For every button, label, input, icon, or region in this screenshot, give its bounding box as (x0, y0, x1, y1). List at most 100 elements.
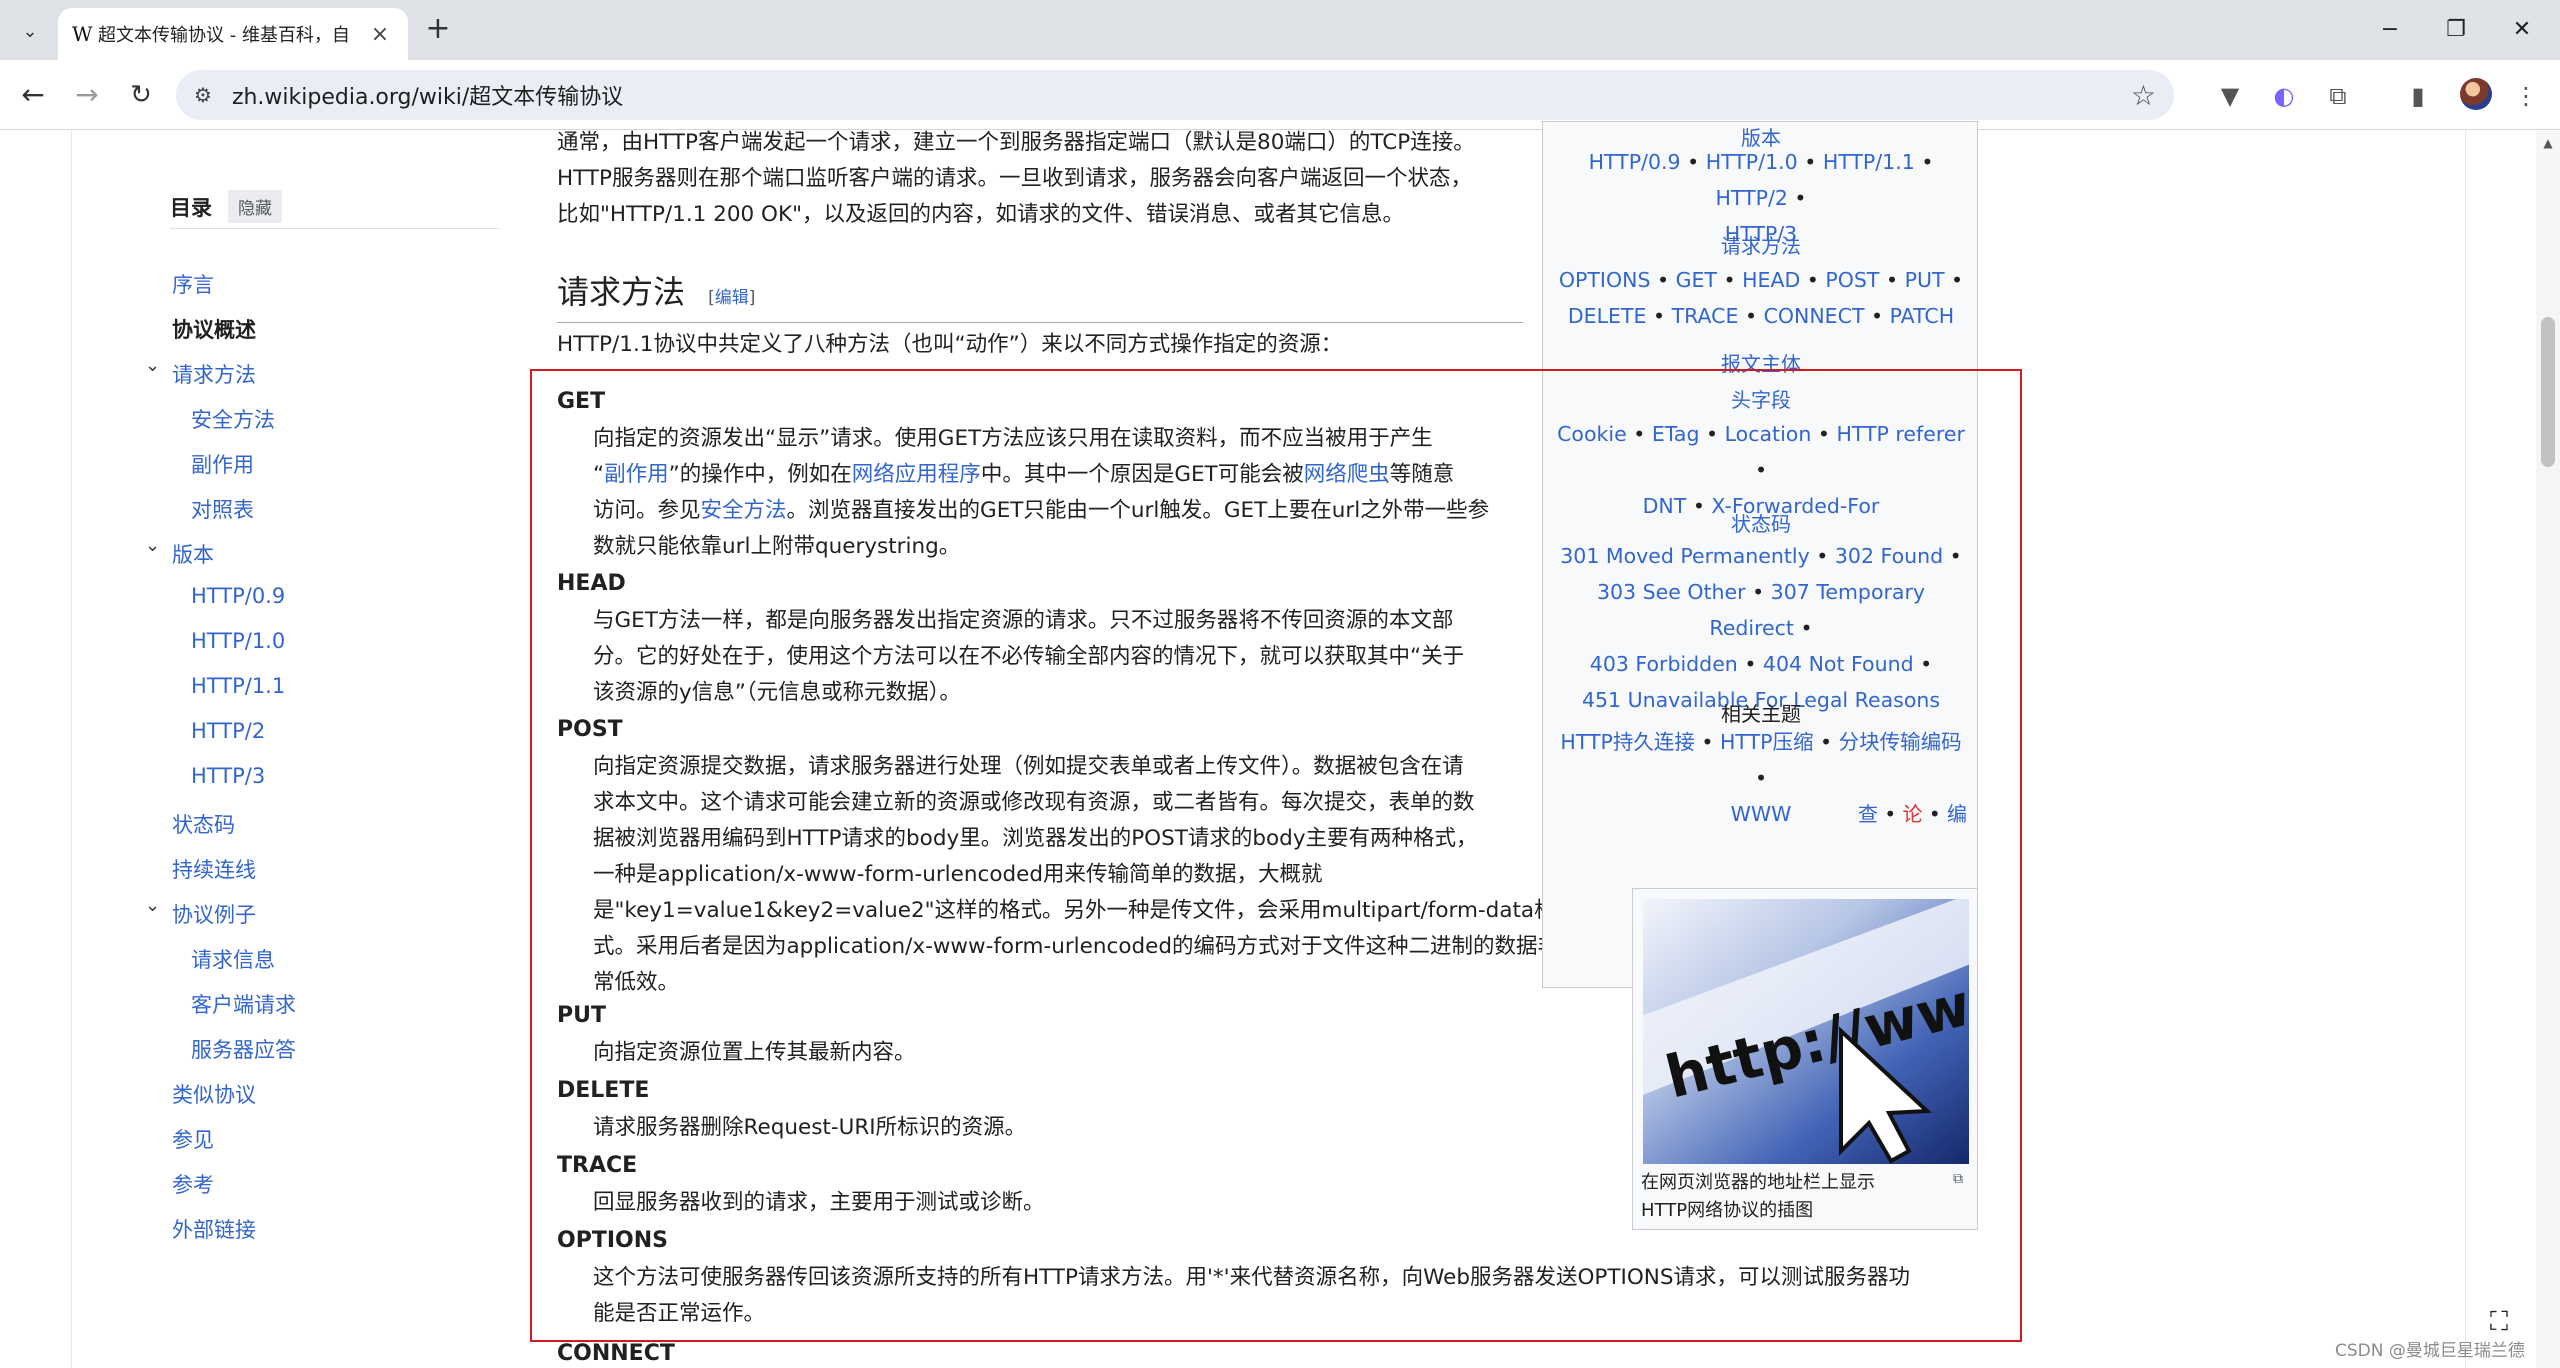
side-panel-icon[interactable]: ▮ (2400, 78, 2436, 114)
navbox-group-methods[interactable]: 请求方法 (1543, 230, 1979, 259)
navbox-separator: • (1650, 268, 1676, 292)
toc-hide-button[interactable]: 隐藏 (228, 190, 282, 223)
toc-item[interactable]: HTTP/2 (191, 719, 265, 743)
edit-close-bracket: ] (748, 288, 756, 308)
site-info-icon[interactable]: ⚙ (194, 83, 212, 107)
toc-item[interactable]: HTTP/1.1 (191, 674, 285, 698)
wikipedia-favicon-icon: W (72, 22, 93, 46)
edit-open-bracket: [ (708, 288, 715, 308)
reload-button[interactable]: ↻ (120, 74, 162, 116)
extension-vpn-icon[interactable]: ▼ (2212, 78, 2248, 114)
toc-collapse-chevron-icon[interactable]: ⌄ (145, 895, 160, 916)
browser-menu-icon[interactable]: ⋮ (2508, 78, 2544, 114)
intro-line: 通常，由HTTP客户端发起一个请求，建立一个到服务器指定端口（默认是80端口）的… (557, 130, 1475, 155)
toc-item[interactable]: 参见 (172, 1124, 214, 1154)
toc-item[interactable]: 类似协议 (172, 1079, 256, 1109)
red-highlight-box (530, 369, 2022, 1342)
toc-item[interactable]: 客户端请求 (191, 989, 296, 1019)
navbox-separator: • (1864, 304, 1890, 328)
toc-item[interactable]: 请求信息 (191, 944, 275, 974)
page-frame-left (71, 131, 72, 1368)
navbox-link[interactable]: TRACE (1672, 304, 1739, 328)
navbox-link[interactable]: HTTP/0.9 (1589, 150, 1681, 174)
forward-button[interactable]: → (66, 74, 108, 116)
section-edit: [编辑] (708, 288, 755, 308)
navbox-link[interactable]: HEAD (1742, 268, 1800, 292)
extension-color-icon[interactable]: ◐ (2266, 78, 2302, 114)
navbox-link[interactable]: HTTP/1.1 (1823, 150, 1915, 174)
navbox-separator: • (1646, 304, 1672, 328)
navbox-link[interactable]: HTTP/1.0 (1706, 150, 1798, 174)
tab-strip: ⌄ W 超文本传输协议 - 维基百科，自 × + − ❐ ✕ (0, 0, 2560, 60)
section-heading: 请求方法 [编辑] (557, 267, 1523, 323)
navbox-separator: • (1797, 150, 1823, 174)
back-button[interactable]: ← (12, 74, 54, 116)
navbox-link[interactable]: DELETE (1568, 304, 1647, 328)
window-close-button[interactable]: ✕ (2492, 10, 2552, 50)
toc-item[interactable]: 序言 (172, 269, 214, 299)
intro-line: HTTP服务器则在那个端口监听客户端的请求。一旦收到请求，服务器会向客户端返回一… (557, 166, 1473, 191)
navbox-link[interactable]: OPTIONS (1559, 268, 1651, 292)
section-title: 请求方法 (557, 273, 686, 311)
tab-title: 超文本传输协议 - 维基百科，自 (98, 25, 350, 46)
toc-item[interactable]: HTTP/3 (191, 764, 265, 788)
chevron-down-icon: ⌄ (22, 20, 38, 42)
section-lead: HTTP/1.1协议中共定义了八种方法（也叫“动作”）来以不同方式操作指定的资源… (557, 332, 1343, 357)
page-frame-right (2465, 131, 2466, 1368)
toc-item[interactable]: HTTP/0.9 (191, 584, 285, 608)
navbox-separator: • (1944, 268, 1964, 292)
navbox-link[interactable]: GET (1676, 268, 1717, 292)
navbox-separator: • (1787, 186, 1807, 210)
toc-collapse-chevron-icon[interactable]: ⌄ (145, 535, 160, 556)
navbox-separator: • (1879, 268, 1905, 292)
browser-toolbar: ← → ↻ ⚙ zh.wikipedia.org/wiki/超文本传输协议 ☆ … (0, 60, 2560, 130)
bookmark-star-icon[interactable]: ☆ (2131, 79, 2156, 112)
toc-item[interactable]: 协议概述 (172, 314, 256, 344)
method-name: CONNECT (557, 1341, 675, 1366)
navbox-separator: • (1738, 304, 1764, 328)
toc-item[interactable]: 服务器应答 (191, 1034, 296, 1064)
page-scrollbar[interactable]: ▲ (2536, 131, 2560, 1368)
toc-item[interactable]: HTTP/1.0 (191, 629, 285, 653)
navbox-link[interactable]: CONNECT (1764, 304, 1865, 328)
navbox-link[interactable]: POST (1825, 268, 1879, 292)
toc-item[interactable]: 请求方法 (172, 359, 256, 389)
toc-item[interactable]: 持续连线 (172, 854, 256, 884)
table-of-contents: 目录 隐藏 (170, 190, 500, 229)
new-tab-button[interactable]: + (420, 12, 456, 48)
tab-search-button[interactable]: ⌄ (10, 14, 50, 48)
edit-link[interactable]: 编辑 (715, 288, 749, 308)
address-bar[interactable]: ⚙ zh.wikipedia.org/wiki/超文本传输协议 ☆ (176, 70, 2174, 120)
extensions-puzzle-icon[interactable]: ⧉ (2320, 78, 2356, 114)
toc-item[interactable]: 协议例子 (172, 899, 256, 929)
scroll-thumb[interactable] (2541, 317, 2555, 467)
restore-button[interactable]: ❐ (2426, 10, 2486, 50)
navbox-separator: • (1716, 268, 1743, 292)
profile-avatar[interactable] (2460, 78, 2492, 110)
navbox-methods-row: OPTIONS • GET • HEAD • POST • PUT • DELE… (1553, 262, 1969, 334)
navbox-separator: • (1680, 150, 1706, 174)
active-tab[interactable]: W 超文本传输协议 - 维基百科，自 × (58, 8, 408, 60)
toc-item[interactable]: 副作用 (191, 449, 254, 479)
scroll-up-arrow-icon[interactable]: ▲ (2536, 131, 2560, 155)
navbox-separator: • (1914, 150, 1934, 174)
toc-item[interactable]: 版本 (172, 539, 214, 569)
url-text[interactable]: zh.wikipedia.org/wiki/超文本传输协议 (232, 79, 2131, 111)
toc-collapse-chevron-icon[interactable]: ⌄ (145, 355, 160, 376)
toc-item[interactable]: 安全方法 (191, 404, 275, 434)
csdn-watermark: CSDN @曼城巨星瑞兰德 (2335, 1341, 2525, 1361)
tab-close-icon[interactable]: × (366, 22, 394, 47)
intro-line: 比如"HTTP/1.1 200 OK"，以及返回的内容，如请求的文件、错误消息、… (557, 202, 1404, 227)
toc-item[interactable]: 对照表 (191, 494, 254, 524)
wiki-page: 目录 隐藏 序言 协议概述 请求方法 ⌄ 安全方法 副作用 对照表 版本 ⌄ HTTP/0.9 HT… (0, 121, 2560, 1368)
navbox-link[interactable]: PUT (1905, 268, 1945, 292)
navbox-link[interactable]: PATCH (1890, 304, 1955, 328)
toc-title: 目录 (170, 195, 212, 220)
toc-item[interactable]: 外部链接 (172, 1214, 256, 1244)
toc-item[interactable]: 参考 (172, 1169, 214, 1199)
minimize-button[interactable]: − (2360, 10, 2420, 50)
navbox-separator: • (1800, 268, 1826, 292)
navbox-link[interactable]: HTTP/2 (1715, 186, 1787, 210)
toc-item[interactable]: 状态码 (172, 809, 235, 839)
toc-header: 目录 隐藏 (170, 190, 500, 229)
